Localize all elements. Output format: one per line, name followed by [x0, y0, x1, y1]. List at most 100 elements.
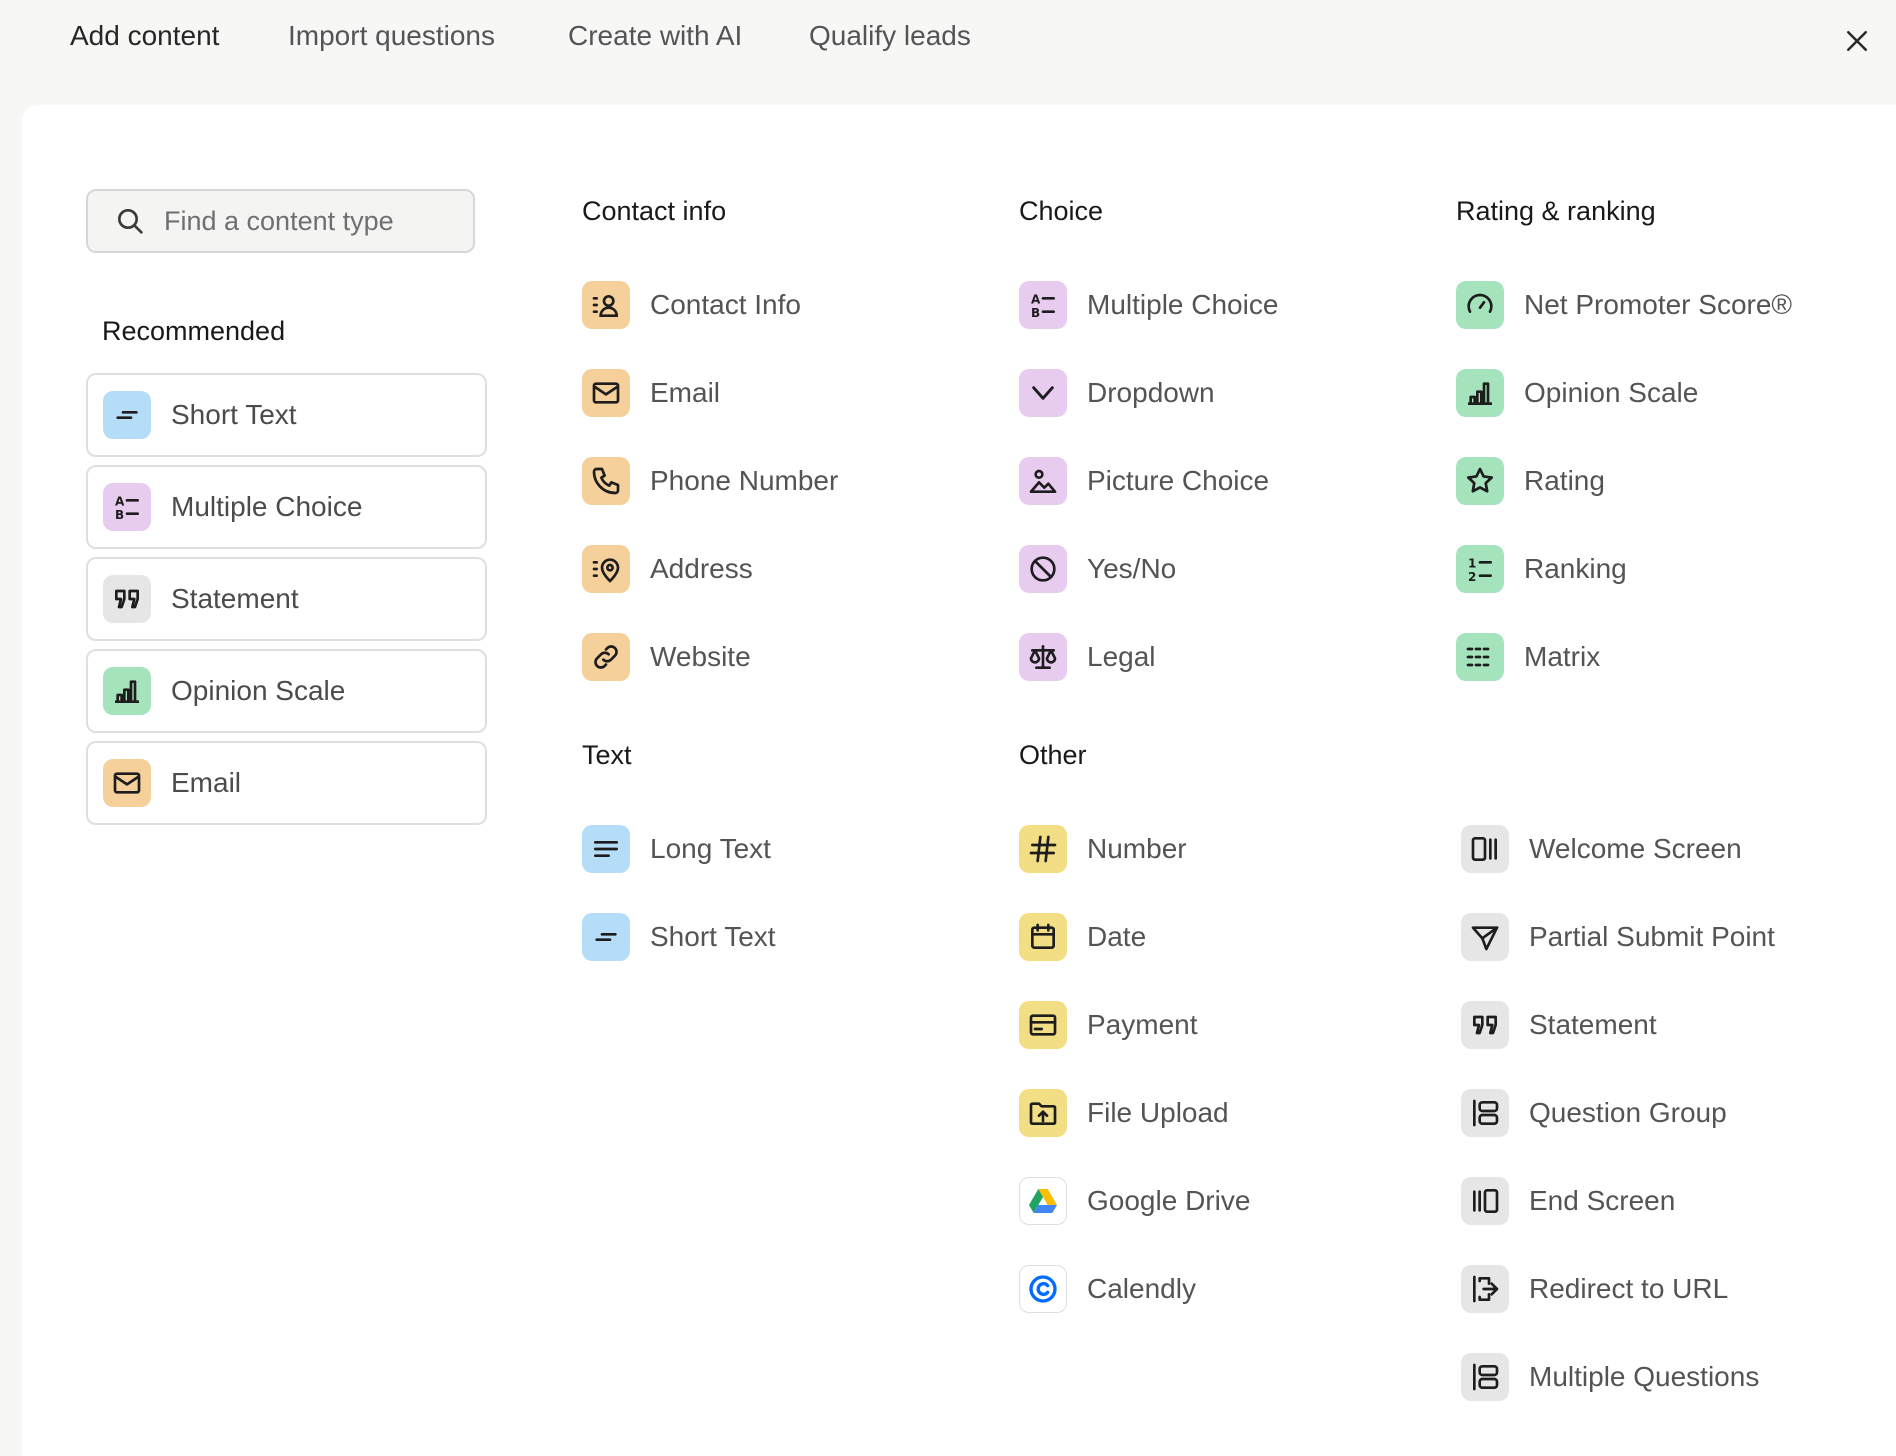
content-type-multiple-questions[interactable]: Multiple Questions — [1461, 1333, 1775, 1421]
content-type-label: Net Promoter Score® — [1524, 289, 1793, 320]
recommended-list: Short Text AB Multiple Choice Statement … — [86, 373, 487, 833]
picture-icon — [1019, 457, 1067, 505]
svg-text:A: A — [115, 495, 125, 509]
envelope-icon — [582, 369, 630, 417]
content-type-net-promoter-score[interactable]: Net Promoter Score® — [1456, 261, 1792, 349]
matrix-icon — [1456, 633, 1504, 681]
end-screen-icon — [1461, 1177, 1509, 1225]
recommended-item-email[interactable]: Email — [86, 741, 487, 825]
tab-qualify-leads[interactable]: Qualify leads — [809, 20, 971, 52]
calendly-icon — [1019, 1265, 1067, 1313]
content-type-payment[interactable]: Payment — [1019, 981, 1250, 1069]
content-type-end-screen[interactable]: End Screen — [1461, 1157, 1775, 1245]
content-type-label: Calendly — [1087, 1273, 1196, 1304]
svg-text:B: B — [1031, 306, 1040, 320]
recommended-item-multiple-choice[interactable]: AB Multiple Choice — [86, 465, 487, 549]
content-type-number[interactable]: Number — [1019, 805, 1250, 893]
content-type-calendly[interactable]: Calendly — [1019, 1245, 1250, 1333]
contact-info-section: Contact info Contact Info Email Phone Nu… — [582, 191, 838, 701]
tab-add-content[interactable]: Add content — [70, 20, 219, 52]
svg-text:B: B — [115, 508, 124, 522]
content-type-short-text[interactable]: Short Text — [582, 893, 776, 981]
recommended-title: Recommended — [102, 316, 286, 346]
content-type-label: End Screen — [1529, 1185, 1676, 1216]
content-type-label: Matrix — [1524, 641, 1601, 672]
content-type-label: Long Text — [650, 833, 771, 864]
envelope-icon — [103, 759, 151, 807]
content-type-label: Welcome Screen — [1529, 833, 1742, 864]
question-group-icon — [1461, 1089, 1509, 1137]
content-type-multiple-choice[interactable]: AB Multiple Choice — [1019, 261, 1278, 349]
content-type-label: Yes/No — [1087, 553, 1177, 584]
content-type-question-group[interactable]: Question Group — [1461, 1069, 1775, 1157]
content-type-statement[interactable]: Statement — [1461, 981, 1775, 1069]
yes-no-icon — [1019, 545, 1067, 593]
search-input[interactable]: Find a content type — [86, 189, 475, 253]
content-type-google-drive[interactable]: Google Drive — [1019, 1157, 1250, 1245]
svg-text:A: A — [1031, 293, 1041, 307]
content-type-long-text[interactable]: Long Text — [582, 805, 776, 893]
content-type-label: Multiple Questions — [1529, 1361, 1760, 1392]
content-type-email[interactable]: Email — [582, 349, 838, 437]
recommended-item-statement[interactable]: Statement — [86, 557, 487, 641]
rating-ranking-title: Rating & ranking — [1456, 196, 1656, 226]
content-type-legal[interactable]: Legal — [1019, 613, 1278, 701]
content-type-dropdown[interactable]: Dropdown — [1019, 349, 1278, 437]
content-type-label: Date — [1087, 921, 1147, 952]
content-type-label: Opinion Scale — [1524, 377, 1699, 408]
content-type-opinion-scale[interactable]: Opinion Scale — [1456, 349, 1792, 437]
svg-text:2: 2 — [1468, 570, 1476, 584]
send-icon — [1461, 913, 1509, 961]
multiple-choice-icon: AB — [1019, 281, 1067, 329]
ranking-icon: 12 — [1456, 545, 1504, 593]
short-text-icon — [582, 913, 630, 961]
star-icon — [1456, 457, 1504, 505]
content-type-ranking[interactable]: 12 Ranking — [1456, 525, 1792, 613]
redirect-icon — [1461, 1265, 1509, 1313]
bar-chart-icon — [1456, 369, 1504, 417]
content-type-welcome-screen[interactable]: Welcome Screen — [1461, 805, 1775, 893]
recommended-item-label: Email — [171, 767, 242, 798]
content-type-date[interactable]: Date — [1019, 893, 1250, 981]
content-type-file-upload[interactable]: File Upload — [1019, 1069, 1250, 1157]
recommended-item-label: Short Text — [171, 399, 297, 430]
long-text-icon — [582, 825, 630, 873]
content-type-matrix[interactable]: Matrix — [1456, 613, 1792, 701]
content-panel: Find a content type Recommended Short Te… — [22, 105, 1896, 1456]
search-icon — [118, 209, 143, 234]
content-type-redirect-to-url[interactable]: Redirect to URL — [1461, 1245, 1775, 1333]
content-type-phone-number[interactable]: Phone Number — [582, 437, 838, 525]
folder-upload-icon — [1019, 1089, 1067, 1137]
svg-text:1: 1 — [1468, 557, 1476, 571]
content-type-label: Website — [650, 641, 751, 672]
content-type-website[interactable]: Website — [582, 613, 838, 701]
hash-icon — [1019, 825, 1067, 873]
content-type-label: Payment — [1087, 1009, 1198, 1040]
rating-ranking-section: Rating & ranking Net Promoter Score® Opi… — [1456, 191, 1792, 701]
content-type-rating[interactable]: Rating — [1456, 437, 1792, 525]
recommended-item-opinion-scale[interactable]: Opinion Scale — [86, 649, 487, 733]
content-type-picture-choice[interactable]: Picture Choice — [1019, 437, 1278, 525]
quote-icon — [103, 575, 151, 623]
content-type-address[interactable]: Address — [582, 525, 838, 613]
content-type-contact-info[interactable]: Contact Info — [582, 261, 838, 349]
content-type-yes-no[interactable]: Yes/No — [1019, 525, 1278, 613]
content-type-label: Short Text — [650, 921, 776, 952]
close-button[interactable] — [1838, 22, 1876, 60]
choice-section: Choice AB Multiple Choice Dropdown Pictu… — [1019, 191, 1278, 701]
content-type-partial-submit-point[interactable]: Partial Submit Point — [1461, 893, 1775, 981]
tab-create-with-ai[interactable]: Create with AI — [568, 20, 742, 52]
tab-import-questions[interactable]: Import questions — [288, 20, 495, 52]
welcome-screen-icon — [1461, 825, 1509, 873]
other-section: Other Number Date Payment File Upload Go… — [1019, 735, 1250, 1333]
other-title: Other — [1019, 740, 1087, 770]
content-type-label: Question Group — [1529, 1097, 1727, 1128]
contact-card-icon — [582, 281, 630, 329]
recommended-item-label: Multiple Choice — [171, 491, 363, 522]
content-type-label: Redirect to URL — [1529, 1273, 1729, 1304]
recommended-item-short-text[interactable]: Short Text — [86, 373, 487, 457]
bar-chart-icon — [103, 667, 151, 715]
phone-icon — [582, 457, 630, 505]
short-text-icon — [103, 391, 151, 439]
content-type-label: Statement — [1529, 1009, 1657, 1040]
